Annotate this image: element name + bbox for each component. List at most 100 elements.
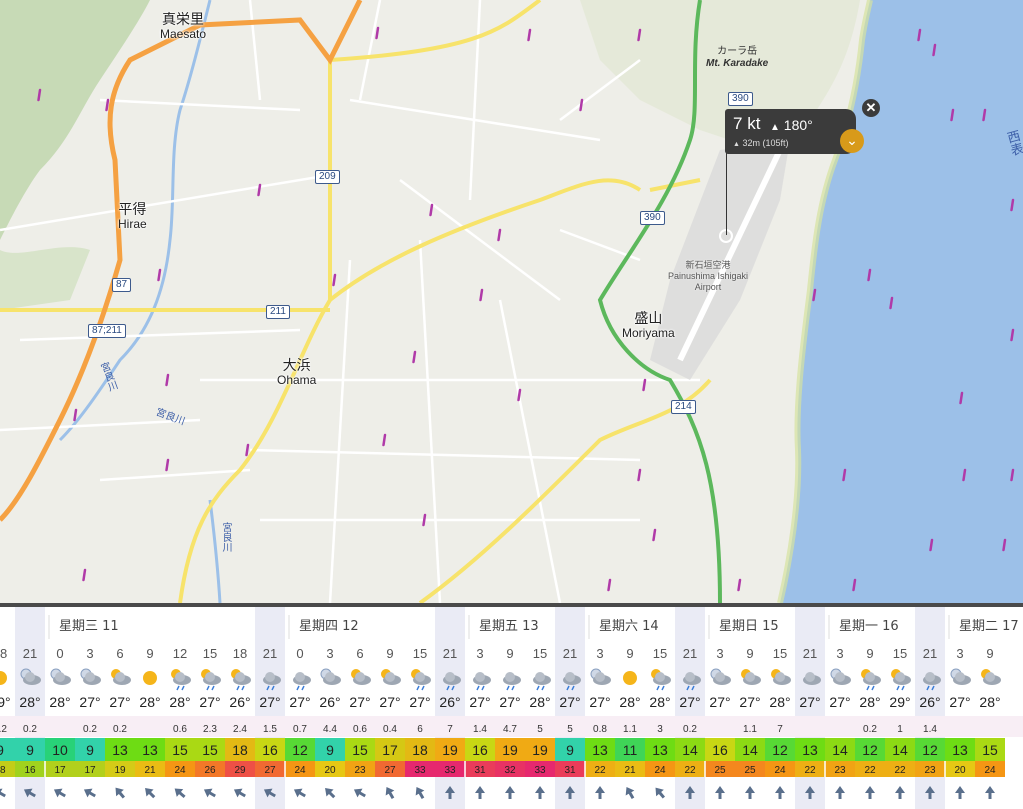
hour-label: 3: [716, 646, 723, 661]
hour-label: 21: [23, 646, 37, 661]
wind-marker: [1010, 468, 1015, 482]
wind-popup[interactable]: 7 kt ▲ 180° ▲ 32m (105ft): [725, 109, 856, 154]
wind-speed-value: 17: [382, 742, 398, 758]
wind-speed-value: 16: [262, 742, 278, 758]
day-header[interactable]: 星期二 17: [959, 619, 1019, 634]
wind-speed-value: 16: [712, 742, 728, 758]
day-header[interactable]: 星期日 15: [719, 619, 779, 634]
hour-label: 15: [203, 646, 217, 661]
precip-value: 1: [897, 724, 903, 735]
wind-speed-value: 16: [472, 742, 488, 758]
wind-marker: [382, 433, 387, 447]
wind-marker: [579, 98, 584, 112]
temperature-value: 27°: [499, 694, 520, 710]
popup-speed-unit: kt: [747, 114, 761, 133]
place-name-en: Ohama: [277, 373, 317, 388]
day-header[interactable]: 星期六 14: [599, 619, 659, 634]
direction-arrow-icon: ▲: [770, 122, 780, 133]
hour-label: 15: [533, 646, 547, 661]
wind-marker: [73, 408, 78, 422]
place-name-jp: 盛山: [634, 311, 663, 327]
precip-value: 0.2: [23, 724, 37, 735]
hour-label: 9: [146, 646, 153, 661]
wind-marker: [412, 350, 417, 364]
wind-marker: [889, 296, 894, 310]
wind-speed-value: 13: [652, 742, 668, 758]
hour-label: 9: [986, 646, 993, 661]
popup-altitude: ▲ 32m (105ft): [733, 138, 788, 148]
wind-marker: [422, 513, 427, 527]
hour-label: 3: [326, 646, 333, 661]
hour-label: 9: [386, 646, 393, 661]
temperature-value: 28°: [49, 694, 70, 710]
wind-gust-value: 27: [264, 765, 276, 776]
temperature-value: 28°: [649, 694, 670, 710]
precip-value: 4.4: [323, 724, 337, 735]
river-label: 宮良川: [220, 522, 231, 552]
wind-speed-value: 13: [112, 742, 128, 758]
wind-marker: [157, 268, 162, 282]
wind-speed-value: 10: [52, 742, 68, 758]
popup-pointer: [726, 153, 727, 235]
wind-marker: [929, 538, 934, 552]
chevron-down-icon[interactable]: ⌄: [840, 129, 864, 153]
hour-label: 15: [413, 646, 427, 661]
day-header[interactable]: 星期五 13: [479, 619, 539, 634]
precip-value: 5: [537, 724, 543, 735]
day-header[interactable]: 星期三 11: [59, 619, 119, 634]
wind-marker: [637, 28, 642, 42]
route-shield: 214: [671, 400, 696, 414]
wind-marker: [105, 98, 110, 112]
route-shield: 211: [266, 305, 290, 319]
temperature-value: 27°: [679, 694, 700, 710]
forecast-table[interactable]: 星期三 11 星期四 12 星期五 13 星期六 14 星期日 15 星期一 16 星期二 …: [0, 603, 1023, 809]
wind-marker: [1002, 538, 1007, 552]
wind-speed-value: 14: [892, 742, 908, 758]
wind-marker: [932, 43, 937, 57]
temperature-value: 27°: [949, 694, 970, 710]
wind-marker: [867, 268, 872, 282]
wind-speed-value: 9: [326, 742, 334, 758]
wind-marker: [607, 578, 612, 592]
wind-gust-value: 33: [444, 765, 456, 776]
precip-value: 0.6: [353, 724, 367, 735]
sun-icon: [623, 671, 637, 685]
wind-gust-value: 22: [804, 765, 816, 776]
wind-marker: [332, 273, 337, 287]
route-shield: 390: [728, 92, 753, 106]
wind-gust-value: 23: [354, 765, 366, 776]
day-header[interactable]: 星期一 16: [839, 619, 899, 634]
wind-gust-value: 17: [84, 765, 96, 776]
route-shield: 87: [112, 278, 132, 292]
wind-gust-value: 20: [324, 765, 336, 776]
temperature-value: 27°: [409, 694, 430, 710]
wind-gust-value: 24: [984, 765, 996, 776]
wind-speed-value: 18: [232, 742, 248, 758]
close-icon[interactable]: ✕: [862, 99, 880, 117]
temperature-value: 27°: [739, 694, 760, 710]
map[interactable]: 真栄里 Maesato 平得 Hirae 大浜 Ohama 盛山 Moriyam…: [0, 0, 1023, 603]
wind-gust-value: 20: [954, 765, 966, 776]
hour-label: 9: [506, 646, 513, 661]
hour-label: 9: [626, 646, 633, 661]
precip-value: 2.3: [203, 724, 217, 735]
temperature-value: 28°: [619, 694, 640, 710]
wind-speed-value: 12: [922, 742, 938, 758]
altitude-arrow-icon: ▲: [733, 141, 740, 148]
hour-label: 9: [866, 646, 873, 661]
wind-speed-value: 14: [682, 742, 698, 758]
wind-marker: [497, 228, 502, 242]
wind-gust-value: 25: [714, 765, 726, 776]
temperature-value: 26°: [439, 694, 460, 710]
day-header[interactable]: 星期四 12: [299, 619, 359, 634]
wind-marker: [375, 26, 380, 40]
map-canvas[interactable]: [0, 0, 1023, 603]
temperature-value: 27°: [79, 694, 100, 710]
precip-value: 0.6: [173, 724, 187, 735]
hour-label: 21: [563, 646, 577, 661]
mountain-name-jp: カーラ岳: [717, 46, 758, 57]
wind-speed-value: 13: [802, 742, 818, 758]
wind-speed-value: 13: [142, 742, 158, 758]
temperature-value: 28°: [769, 694, 790, 710]
mountain-name-en: Mt. Karadake: [706, 58, 769, 69]
